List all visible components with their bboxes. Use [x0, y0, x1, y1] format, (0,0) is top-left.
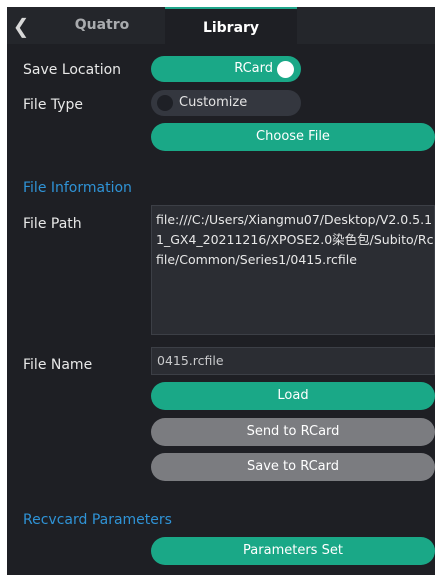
save-location-value: RCard [234, 61, 273, 76]
file-path-label: File Path [23, 216, 82, 232]
load-button[interactable]: Load [151, 382, 435, 410]
save-to-rcard-button[interactable]: Save to RCard [151, 453, 435, 481]
library-panel: ❮ Quatro Library Save Location RCard Fil… [7, 7, 435, 575]
save-location-label: Save Location [23, 62, 122, 78]
file-type-toggle[interactable]: Customize [151, 90, 301, 116]
file-path-field[interactable]: file:///C:/Users/Xiangmu07/Desktop/V2.0.… [151, 205, 435, 335]
tab-quatro[interactable]: Quatro [37, 7, 167, 44]
toggle-knob [157, 95, 173, 111]
send-to-rcard-button[interactable]: Send to RCard [151, 418, 435, 446]
recvcard-parameters-heading: Recvcard Parameters [23, 512, 172, 528]
choose-file-button[interactable]: Choose File [151, 123, 435, 151]
file-type-label: File Type [23, 97, 84, 113]
file-information-heading: File Information [23, 180, 132, 196]
file-name-field[interactable]: 0415.rcfile [151, 347, 435, 375]
chevron-left-icon[interactable]: ❮ [11, 15, 31, 37]
tab-library[interactable]: Library [165, 7, 297, 44]
file-name-label: File Name [23, 357, 93, 373]
file-type-value: Customize [179, 95, 248, 110]
tab-bar: ❮ Quatro Library [7, 7, 435, 44]
toggle-knob [277, 61, 294, 78]
save-location-toggle[interactable]: RCard [151, 56, 301, 82]
parameters-set-button[interactable]: Parameters Set [151, 537, 435, 565]
